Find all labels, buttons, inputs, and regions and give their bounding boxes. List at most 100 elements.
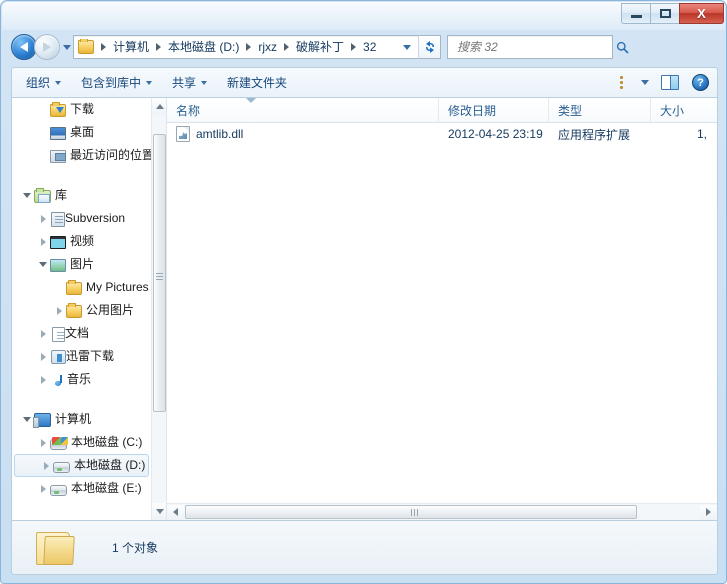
preview-pane-button[interactable] (661, 75, 679, 90)
column-header-date[interactable]: 修改日期 (439, 98, 549, 122)
file-date: 2012-04-25 23:19 (448, 127, 543, 141)
expand-arrow-closed-icon[interactable] (36, 215, 50, 223)
breadcrumb-separator-icon (284, 43, 290, 51)
maximize-button[interactable] (650, 3, 679, 24)
sidebar-item[interactable]: 视频 (12, 230, 152, 253)
search-input[interactable] (455, 39, 616, 55)
sidebar-item-label: 文档 (65, 326, 90, 340)
music-icon (51, 373, 67, 388)
explorer-window: X 计算机 本地磁盘 (D:) rjxz 破解补丁 32 搜索 32 组织 包含… (0, 0, 727, 584)
sidebar-item[interactable]: 音乐 (12, 368, 152, 391)
breadcrumb-item[interactable]: 破解补丁 (294, 39, 346, 55)
file-rows: amtlib.dll 2012-04-25 23:19 应用程序扩展 1, (167, 123, 717, 503)
column-header-row: 名称 修改日期 类型 大小 (167, 98, 717, 123)
open-folder-icon (34, 529, 78, 567)
sidebar-item[interactable]: 迅雷下载 (12, 345, 152, 368)
windows-drive-icon (50, 436, 68, 450)
sidebar-item[interactable]: 桌面 (12, 121, 152, 144)
column-header-type[interactable]: 类型 (549, 98, 651, 122)
sidebar-item[interactable]: My Pictures (12, 276, 152, 299)
file-row[interactable]: amtlib.dll 2012-04-25 23:19 应用程序扩展 1, (167, 123, 717, 145)
help-glyph: ? (697, 76, 704, 89)
expand-arrow-closed-icon[interactable] (36, 485, 50, 493)
sidebar-item[interactable]: Subversion (12, 207, 152, 230)
toolbar-button[interactable]: 共享 (162, 72, 217, 94)
sidebar-item-label: 本地磁盘 (C:) (71, 435, 143, 449)
chevron-down-icon (402, 44, 411, 50)
navigation-scrollbar[interactable] (151, 98, 166, 520)
address-dropdown-button[interactable] (398, 36, 415, 58)
expand-arrow-closed-icon[interactable] (39, 462, 53, 470)
file-size-cell: 1, (651, 127, 711, 141)
scrollbar-thumb[interactable] (185, 505, 637, 519)
sidebar-item-label: 迅雷下载 (66, 349, 115, 363)
toolbar-right-group: ? (620, 74, 713, 91)
chevron-down-icon (55, 80, 62, 85)
close-button[interactable]: X (679, 3, 724, 24)
sidebar-item[interactable]: 图片 (12, 253, 152, 276)
breadcrumb-item[interactable]: rjxz (256, 39, 279, 55)
toolbar-button-label: 组织 (26, 76, 51, 90)
sidebar-item[interactable]: 公用图片 (12, 299, 152, 322)
forward-arrow-icon (43, 42, 51, 52)
status-bar: 1 个对象 (11, 521, 718, 575)
expand-arrow-closed-icon[interactable] (36, 353, 50, 361)
breadcrumb-separator-icon (351, 43, 357, 51)
sidebar-item[interactable]: 本地磁盘 (E:) (12, 477, 152, 500)
column-header-name[interactable]: 名称 (167, 98, 439, 122)
recent-locations-button[interactable] (60, 34, 73, 60)
expand-arrow-closed-icon[interactable] (36, 376, 50, 384)
folder-icon (66, 303, 82, 318)
scroll-left-button[interactable] (167, 504, 184, 520)
expand-arrow-closed-icon[interactable] (36, 439, 50, 447)
sidebar-item[interactable]: 最近访问的位置 (12, 144, 154, 167)
expand-arrow-open-icon[interactable] (20, 193, 34, 198)
folder-front-icon (43, 535, 75, 565)
sidebar-item-label: 视频 (70, 234, 95, 248)
expand-arrow-closed-icon[interactable] (52, 307, 66, 315)
toolbar-button[interactable]: 包含到库中 (71, 72, 162, 94)
search-box[interactable] (447, 35, 629, 59)
dll-file-icon (176, 126, 190, 142)
scrollbar-track[interactable] (638, 505, 700, 520)
view-chevron-down-icon[interactable] (641, 80, 649, 85)
expand-arrow-open-icon[interactable] (20, 417, 34, 422)
chevron-down-icon (146, 80, 153, 85)
minimize-button[interactable] (621, 3, 650, 24)
scroll-up-button[interactable] (152, 98, 166, 115)
sidebar-item[interactable]: 文档 (12, 322, 152, 345)
toolbar-items: 组织 包含到库中 共享 新建文件夹 (16, 72, 297, 94)
chevron-down-icon (201, 80, 208, 85)
expand-arrow-open-icon[interactable] (36, 262, 50, 267)
breadcrumb-item[interactable]: 32 (361, 39, 378, 55)
refresh-button[interactable] (418, 35, 441, 59)
change-view-button[interactable] (620, 75, 637, 90)
drive-icon (50, 484, 67, 496)
file-list-horizontal-scrollbar[interactable] (167, 503, 717, 520)
address-bar[interactable]: 计算机 本地磁盘 (D:) rjxz 破解补丁 32 (73, 35, 418, 59)
toolbar-button[interactable]: 组织 (16, 72, 71, 94)
help-button[interactable]: ? (692, 74, 709, 91)
breadcrumb-item[interactable]: 计算机 (111, 39, 151, 55)
forward-button[interactable] (34, 34, 60, 60)
sidebar-item[interactable]: 计算机 (12, 408, 152, 431)
refresh-icon (425, 41, 434, 53)
close-icon: X (697, 6, 706, 21)
folder-tree: 下载 桌面 最近访问的位置库 Subversion 视频图片 My Pictures 公用图… (12, 98, 154, 500)
sidebar-item-label: 公用图片 (86, 303, 135, 317)
expand-arrow-closed-icon[interactable] (36, 330, 50, 338)
scroll-down-button[interactable] (152, 503, 166, 520)
sidebar-item[interactable]: 下载 (12, 98, 152, 121)
breadcrumb-item[interactable]: 本地磁盘 (D:) (166, 39, 241, 55)
scroll-right-button[interactable] (700, 504, 717, 520)
column-header-size[interactable]: 大小 (651, 98, 711, 122)
recent-places-icon (50, 150, 66, 163)
toolbar-button[interactable]: 新建文件夹 (217, 72, 297, 94)
sidebar-item[interactable]: 库 (12, 184, 152, 207)
expand-arrow-closed-icon[interactable] (36, 238, 50, 246)
sidebar-item[interactable]: 本地磁盘 (D:) (14, 454, 149, 477)
file-name-cell: amtlib.dll (167, 126, 439, 142)
sidebar-item[interactable]: 本地磁盘 (C:) (12, 431, 152, 454)
scrollbar-thumb[interactable] (153, 134, 166, 412)
